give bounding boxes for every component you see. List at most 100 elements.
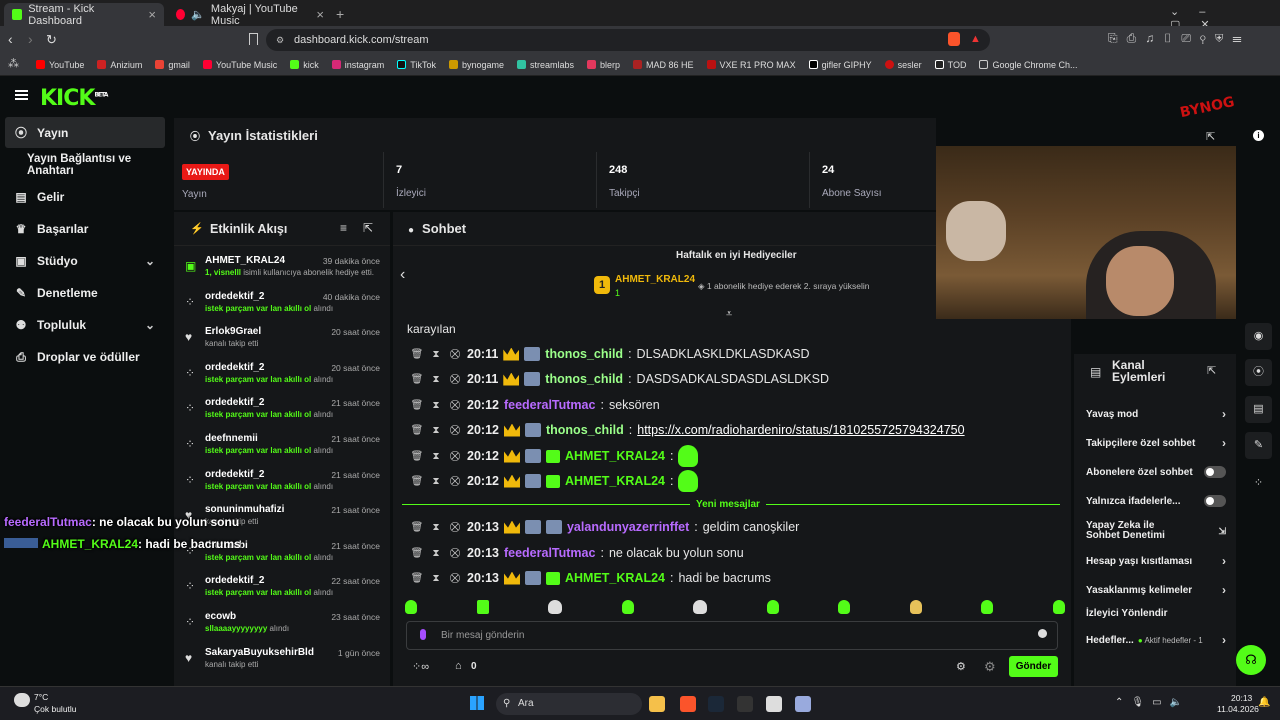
activity-feed-row[interactable]: ▣ AHMET_KRAL24 39 dakika önce 1, visnelll i… (174, 255, 390, 291)
chat-message[interactable]: 🗑 ⧗ ⛒ 20:13 yalandunyazerrinffet: geldim cano… (410, 516, 799, 538)
sidebar-item-gelir[interactable]: ▤ Gelir (5, 181, 165, 212)
chat-message[interactable]: 🗑 ⧗ ⛒ 20:11 thonos_child: DASDSADKALSDASDLASL… (410, 368, 829, 390)
timeout-icon[interactable]: ⧗ (429, 573, 443, 584)
emote-icon[interactable] (838, 600, 851, 614)
toggle-switch[interactable] (1204, 466, 1226, 478)
activity-feed-row[interactable]: ⁘ deefnnemii 21 saat önce istek parçam var … (174, 433, 390, 469)
brave-icon[interactable] (680, 696, 696, 712)
feed-user[interactable]: ordedektif_2 (205, 575, 264, 586)
studio-rail-icon[interactable]: ▤ (1245, 396, 1272, 423)
bookmark-vxe[interactable]: VXE R1 PRO MAX (706, 60, 796, 70)
emote-icon[interactable] (909, 600, 922, 614)
feed-user[interactable]: ordedektif_2 (205, 469, 264, 480)
message-username[interactable]: AHMET_KRAL24 (565, 571, 665, 585)
wrench-rail-icon[interactable]: ✎ (1245, 432, 1272, 459)
url-field[interactable]: dashboard.kick.com/stream (266, 29, 990, 51)
file-explorer-icon[interactable] (649, 696, 665, 712)
info-icon[interactable]: i (1253, 130, 1264, 141)
sidebar-item-yayin[interactable]: ⦿ Yayın (5, 117, 165, 148)
delete-icon[interactable]: 🗑 (410, 522, 424, 533)
taskbar-search[interactable]: Ara (496, 693, 642, 715)
channel-action-4[interactable]: Yapay Zeka ile Sohbet Denetimi ⇲ (1086, 521, 1226, 541)
sidebar-item-denetleme[interactable]: ✎ Denetleme (5, 277, 165, 308)
bookmark-giphy[interactable]: gifler GIPHY (808, 60, 872, 70)
feed-user[interactable]: ordedektif_2 (205, 397, 264, 408)
bookmark-mad86[interactable]: MAD 86 HE (633, 60, 694, 70)
sidebar-item-basarilar[interactable]: ♛ Başarılar (5, 213, 165, 244)
bookmark-tiktok[interactable]: TikTok (397, 60, 436, 70)
community-icon[interactable]: ⁘∞ (412, 660, 429, 673)
delete-icon[interactable]: 🗑 (410, 476, 424, 487)
bookmark-streamlabs[interactable]: streamlabs (517, 60, 574, 70)
ban-icon[interactable]: ⛒ (448, 573, 462, 584)
help-icon[interactable]: ☊ (1236, 645, 1266, 675)
bookmark-tod[interactable]: TOD (934, 60, 966, 70)
ban-icon[interactable]: ⛒ (448, 522, 462, 533)
message-username[interactable]: thonos_child (545, 347, 623, 361)
close-icon[interactable]: × (148, 7, 156, 22)
timeout-icon[interactable]: ⧗ (429, 476, 443, 487)
activity-feed-row[interactable]: ⁘ ecowb 23 saat önce sllaaaayyyyyyyy alındı (174, 611, 390, 647)
timeout-icon[interactable]: ⧗ (429, 425, 443, 436)
delete-icon[interactable]: 🗑 (410, 573, 424, 584)
channel-action-6[interactable]: Yasaklanmış kelimeler › (1086, 583, 1226, 597)
chat-message[interactable]: 🗑 ⧗ ⛒ 20:13 feederalTutmac: ne olacak bu yolu… (410, 542, 744, 564)
bookmark-bynogame[interactable]: bynogame (448, 60, 504, 70)
channel-action-5[interactable]: Hesap yaşı kısıtlaması › (1086, 554, 1226, 568)
chat-message[interactable]: 🗑 ⧗ ⛒ 20:12 AHMET_KRAL24: (410, 445, 703, 467)
back-button[interactable]: ‹ (8, 31, 13, 47)
collapse-icon[interactable]: ⩡ (726, 308, 732, 321)
broadcast-rail-icon[interactable]: ⦿ (1245, 359, 1272, 386)
store-icon[interactable] (766, 696, 782, 712)
activity-feed-row[interactable]: ⁘ ordedektif_2 40 dakika önce istek parçam … (174, 291, 390, 327)
feed-user[interactable]: ecowb (205, 611, 236, 622)
menu-icon[interactable] (15, 90, 28, 92)
settings-icon[interactable]: ⚙ (956, 660, 966, 673)
kick-logo[interactable]: KICKBETA (40, 86, 108, 111)
ban-icon[interactable]: ⛒ (448, 425, 462, 436)
channel-action-3[interactable]: Yalnızca ifadelerle... (1086, 495, 1226, 507)
delete-icon[interactable]: 🗑 (410, 374, 424, 385)
bookmark-gmail[interactable]: gmail (155, 60, 190, 70)
settings-icon[interactable] (795, 696, 811, 712)
delete-icon[interactable]: 🗑 (410, 425, 424, 436)
bookmark-sesler[interactable]: sesler (884, 60, 922, 70)
ban-icon[interactable]: ⛒ (448, 374, 462, 385)
timeout-icon[interactable]: ⧗ (429, 374, 443, 385)
ban-icon[interactable]: ⛒ (448, 548, 462, 559)
epic-icon[interactable] (737, 696, 753, 712)
extension-icons[interactable]: ⎘⎙♫▯⎚⚲⛨☰ (1108, 31, 1251, 46)
ban-icon[interactable]: ⛒ (448, 349, 462, 360)
channel-action-1[interactable]: Takipçilere özel sohbet › (1086, 436, 1226, 450)
chat-message[interactable]: 🗑 ⧗ ⛒ 20:13 AHMET_KRAL24: hadi be bacrums (410, 567, 771, 589)
microphone-icon[interactable] (420, 629, 426, 640)
message-username[interactable]: feederalTutmac (504, 546, 595, 560)
chat-message-input[interactable]: Bir mesaj gönderin (406, 621, 1058, 650)
emoji-icon[interactable] (1038, 629, 1047, 638)
bookmark-anizium[interactable]: Anizium (97, 60, 142, 70)
bookmark-kick[interactable]: kick (290, 60, 319, 70)
activity-feed-row[interactable]: ♥ Erlok9Grael 20 saat önce kanalı takip ett… (174, 326, 390, 362)
tab-kick-dashboard[interactable]: Stream - Kick Dashboard × (4, 3, 164, 27)
store-icon[interactable]: ⌂ (455, 660, 462, 672)
message-username[interactable]: feederalTutmac (504, 398, 595, 412)
message-username[interactable]: yalandunyazerrinffet (567, 520, 689, 534)
timeout-icon[interactable]: ⧗ (429, 349, 443, 360)
feed-user[interactable]: AHMET_KRAL24 (205, 255, 285, 266)
ban-icon[interactable]: ⛒ (448, 400, 462, 411)
community-rail-icon[interactable]: ⁘ (1245, 470, 1272, 497)
expand-icon[interactable]: ⇱ (1206, 130, 1215, 143)
activity-feed-row[interactable]: ⁘ ordedektif_2 22 saat önce istek parçam va… (174, 575, 390, 611)
site-info-icon[interactable]: ⚙ (276, 35, 284, 46)
chat-message[interactable]: 🗑 ⧗ ⛒ 20:12 AHMET_KRAL24: (410, 470, 703, 492)
chat-message[interactable]: 🗑 ⧗ ⛒ 20:11 thonos_child: DLSADKLASKLDKLASDKA… (410, 343, 810, 365)
windows-start-icon[interactable] (470, 696, 484, 710)
emote-icon[interactable] (981, 600, 994, 614)
bookmark-youtube-music[interactable]: YouTube Music (202, 60, 277, 70)
feed-user[interactable]: SakaryaBuyuksehirBld (205, 647, 314, 658)
brave-rewards-icon[interactable]: ▲ (970, 33, 981, 45)
bookmark-icon[interactable] (249, 33, 258, 45)
message-username[interactable]: thonos_child (546, 423, 624, 437)
reload-button[interactable]: ↻ (46, 32, 57, 48)
feed-user[interactable]: deefnnemii (205, 433, 258, 444)
